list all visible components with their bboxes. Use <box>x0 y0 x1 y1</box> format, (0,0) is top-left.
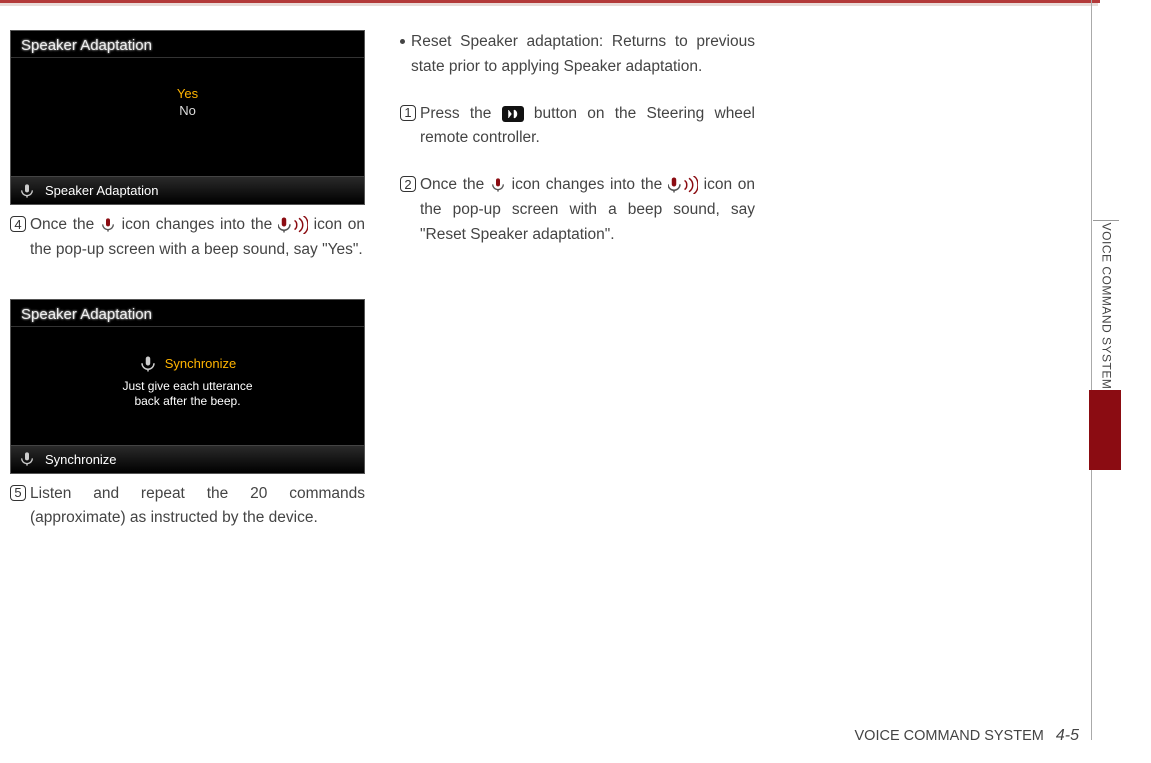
page-columns: Speaker Adaptation Yes No Speaker Adapta… <box>10 30 780 531</box>
microphone-small-icon <box>490 176 506 194</box>
bullet-reset-text: Reset Speaker adaptation: Returns to pre… <box>411 30 755 80</box>
microphone-small-icon <box>100 216 116 234</box>
page-footer: VOICE COMMAND SYSTEM 4-5 <box>855 727 1079 745</box>
step-2-text: Once the icon changes into the icon on t… <box>420 173 755 247</box>
step-4: 4 Once the icon changes into the icon on… <box>10 213 365 263</box>
microphone-icon <box>19 451 35 467</box>
microphone-beep-icon <box>278 216 308 234</box>
screenshot2-footer-label: Synchronize <box>45 452 117 467</box>
screenshot1-footer: Speaker Adaptation <box>11 176 364 204</box>
step-1: 1 Press the button on the Steering wheel… <box>400 102 755 152</box>
microphone-icon <box>139 355 157 373</box>
top-accent-bar <box>0 0 1100 3</box>
screenshot1-title: Speaker Adaptation <box>21 37 152 54</box>
microphone-beep-icon <box>668 176 698 194</box>
step-number-1: 1 <box>400 105 416 121</box>
screenshot2-footer: Synchronize <box>11 445 364 473</box>
step-2: 2 Once the icon changes into the icon on… <box>400 173 755 247</box>
screenshot1-footer-label: Speaker Adaptation <box>45 183 158 198</box>
side-tab: VOICE COMMAND SYSTEM <box>1091 0 1121 740</box>
step-number-2: 2 <box>400 176 416 192</box>
footer-page-number: 4-5 <box>1056 727 1079 744</box>
voice-button-icon <box>502 106 524 122</box>
option-yes: Yes <box>11 86 364 101</box>
side-tab-accent <box>1089 390 1121 470</box>
sync-label: Synchronize <box>165 356 237 371</box>
step-5-text: Listen and repeat the 20 commands (appro… <box>30 482 365 532</box>
footer-section: VOICE COMMAND SYSTEM <box>855 728 1044 744</box>
screenshot-synchronize: Speaker Adaptation Synchronize Just give… <box>10 299 365 474</box>
screenshot2-title: Speaker Adaptation <box>21 306 152 323</box>
screenshot-speaker-adaptation-yesno: Speaker Adaptation Yes No Speaker Adapta… <box>10 30 365 205</box>
microphone-icon <box>19 183 35 199</box>
sync-instruction: Just give each utterance back after the … <box>11 379 364 410</box>
step-number-5: 5 <box>10 485 26 501</box>
step-4-text: Once the icon changes into the icon on t… <box>30 213 365 263</box>
column-right: Reset Speaker adaptation: Returns to pre… <box>400 30 755 531</box>
option-no: No <box>11 103 364 118</box>
step-1-text: Press the button on the Steering wheel r… <box>420 102 755 152</box>
step-5: 5 Listen and repeat the 20 commands (app… <box>10 482 365 532</box>
step-number-4: 4 <box>10 216 26 232</box>
bullet-reset: Reset Speaker adaptation: Returns to pre… <box>400 30 755 80</box>
side-tab-label: VOICE COMMAND SYSTEM <box>1099 222 1113 389</box>
bullet-dot-icon <box>400 39 405 44</box>
side-tab-label-wrap: VOICE COMMAND SYSTEM <box>1093 220 1119 390</box>
column-left: Speaker Adaptation Yes No Speaker Adapta… <box>10 30 365 531</box>
